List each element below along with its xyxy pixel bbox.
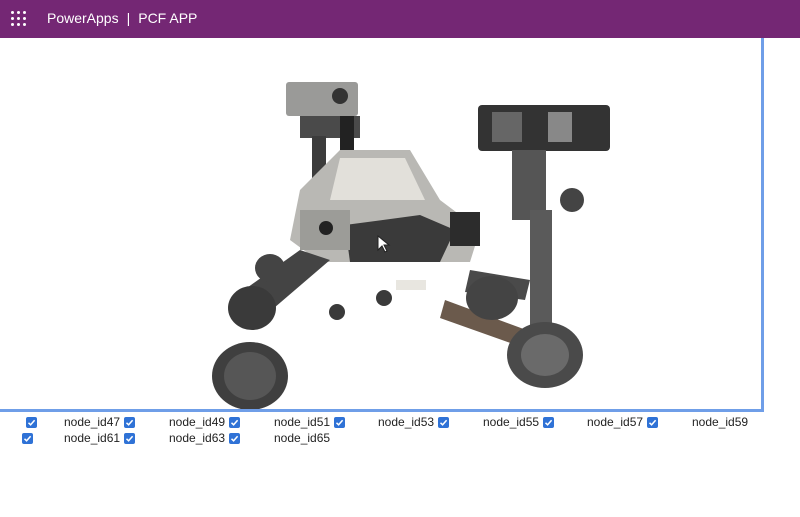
node-item[interactable]	[22, 414, 37, 430]
node-checkbox-list: node_id47 node_id49 node_id51 node_id53 …	[0, 414, 800, 454]
node-checkbox[interactable]	[543, 416, 555, 428]
node-item[interactable]: node_id63	[169, 430, 241, 446]
node-checkbox[interactable]	[229, 432, 241, 444]
node-label: node_id55	[483, 415, 540, 429]
checkmark-icon	[545, 419, 553, 426]
checkmark-icon	[649, 419, 657, 426]
rover-wheel-middle-left	[228, 286, 276, 330]
page-name: PCF APP	[138, 10, 198, 26]
checkmark-icon	[23, 435, 32, 442]
node-label: node_id63	[169, 431, 226, 445]
node-checkbox[interactable]	[124, 416, 136, 428]
node-label: node_id49	[169, 415, 226, 429]
node-item[interactable]: node_id61	[64, 430, 136, 446]
node-label: node_id59	[692, 415, 749, 429]
rover-wheel-middle-right	[466, 276, 518, 320]
node-label: node_id61	[64, 431, 121, 445]
checkmark-icon	[126, 419, 134, 426]
checkmark-icon	[27, 419, 36, 426]
app-header: PowerApps | PCF APP	[0, 0, 800, 38]
node-checkbox[interactable]	[334, 416, 346, 428]
node-item[interactable]: node_id59	[692, 414, 752, 430]
node-item[interactable]: node_id53	[378, 414, 450, 430]
node-label: node_id47	[64, 415, 121, 429]
checkmark-icon	[440, 419, 448, 426]
node-label: node_id53	[378, 415, 435, 429]
node-item[interactable]	[22, 430, 33, 446]
node-checkbox[interactable]	[26, 416, 37, 428]
node-checkbox[interactable]	[438, 416, 450, 428]
node-item[interactable]: node_id55	[483, 414, 555, 430]
node-item[interactable]: node_id65	[274, 430, 334, 446]
app-title: PowerApps | PCF APP	[47, 10, 197, 26]
node-label: node_id65	[274, 431, 331, 445]
node-item[interactable]: node_id47	[64, 414, 136, 430]
app-name: PowerApps	[47, 10, 119, 26]
node-label: node_id57	[587, 415, 644, 429]
node-checkbox[interactable]	[229, 416, 241, 428]
node-checkbox[interactable]	[124, 432, 136, 444]
node-label: node_id51	[274, 415, 331, 429]
checkmark-icon	[336, 419, 344, 426]
checkmark-icon	[126, 435, 134, 442]
title-separator: |	[126, 10, 131, 26]
checkmark-icon	[231, 419, 239, 426]
node-checkbox[interactable]	[22, 432, 33, 444]
model-viewer[interactable]	[0, 38, 764, 412]
node-item[interactable]: node_id51	[274, 414, 346, 430]
rover-model	[212, 82, 610, 409]
node-item[interactable]: node_id57	[587, 414, 659, 430]
app-launcher-icon[interactable]	[11, 11, 27, 27]
checkmark-icon	[231, 435, 239, 442]
rover-wheel-rear-left	[255, 254, 285, 282]
rover-arm	[512, 150, 546, 220]
node-item[interactable]: node_id49	[169, 414, 241, 430]
node-checkbox[interactable]	[647, 416, 659, 428]
